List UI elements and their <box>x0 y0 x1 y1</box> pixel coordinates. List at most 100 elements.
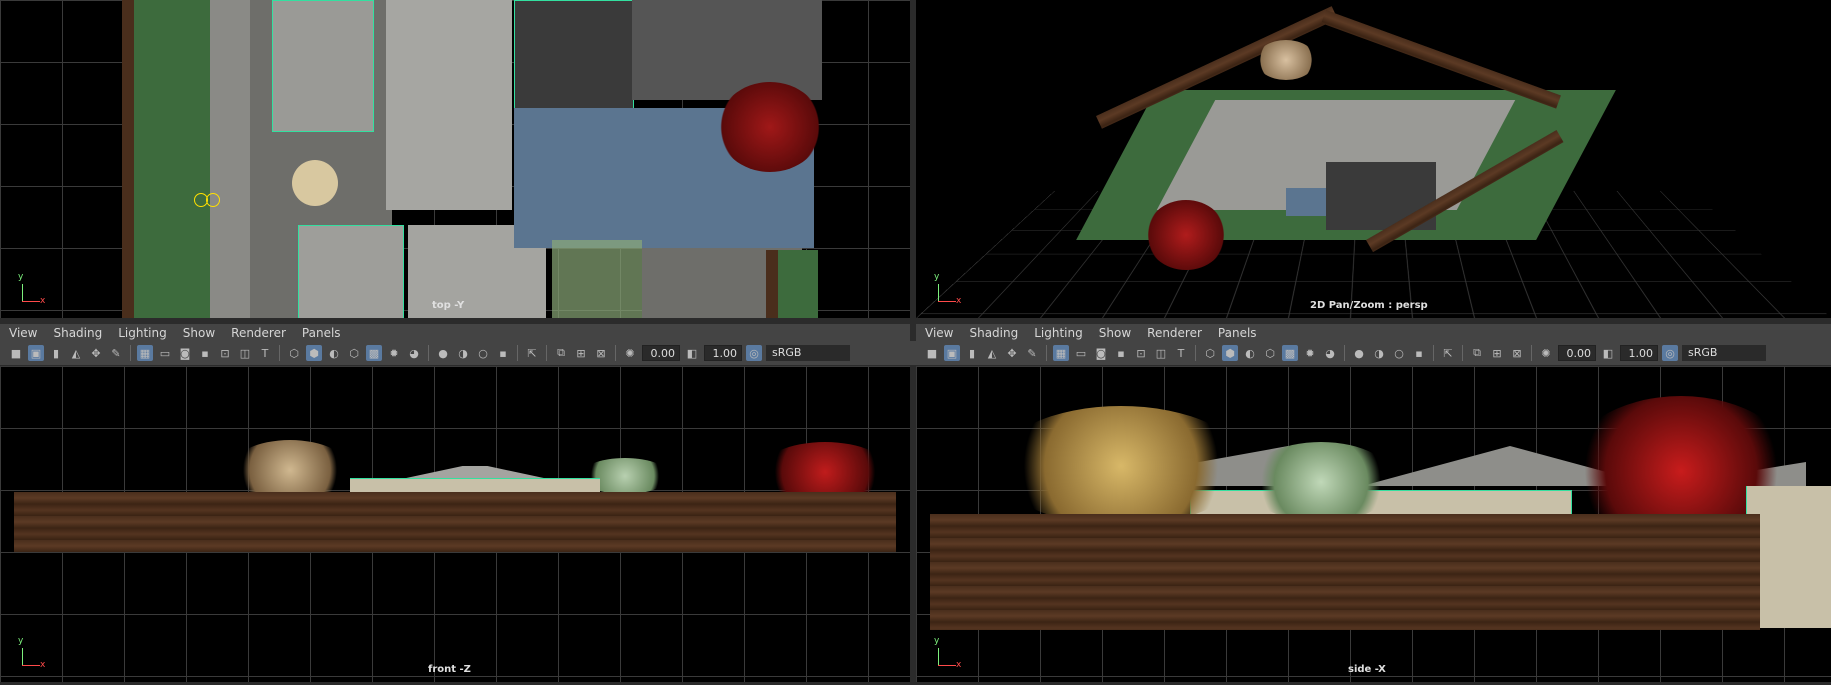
gamma-field[interactable]: 1.00 <box>704 345 742 361</box>
viewport-label-persp: 2D Pan/Zoom : persp <box>1310 300 1428 311</box>
viewport-label-side: side -X <box>1348 664 1386 675</box>
field-chart-icon[interactable]: ⊡ <box>1133 345 1149 361</box>
isolate-select-icon[interactable]: ⇱ <box>524 345 540 361</box>
scene-front <box>0 366 910 682</box>
grid-icon[interactable]: ▦ <box>137 345 153 361</box>
safe-action-icon[interactable]: ◫ <box>1153 345 1169 361</box>
panel-toolbar-left: ■ ▣ ▮ ◭ ✥ ✎ ▦ ▭ ◙ ▪ ⊡ ◫ T ⬡ ⬢ ◐ ⬡ ▩ ✹ ◕ … <box>0 341 916 365</box>
scene-side <box>916 366 1831 682</box>
shadows-icon[interactable]: ◕ <box>1322 345 1338 361</box>
color-management-icon[interactable]: ◎ <box>1662 345 1678 361</box>
xray-icon[interactable]: ⧉ <box>1469 345 1485 361</box>
menu-lighting[interactable]: Lighting <box>1034 326 1083 340</box>
exposure-icon: ✺ <box>622 345 638 361</box>
menu-renderer[interactable]: Renderer <box>1147 326 1202 340</box>
menu-shading[interactable]: Shading <box>53 326 102 340</box>
gate-mask-icon[interactable]: ▪ <box>197 345 213 361</box>
viewport-side[interactable]: side -X yx <box>916 366 1831 682</box>
menu-show[interactable]: Show <box>1099 326 1131 340</box>
camera-attributes-icon[interactable]: ▣ <box>944 345 960 361</box>
ambient-occlusion-icon[interactable]: ● <box>1351 345 1367 361</box>
image-plane-icon[interactable]: ◭ <box>984 345 1000 361</box>
bookmark-icon[interactable]: ▮ <box>48 345 64 361</box>
grease-pencil-icon[interactable]: ✎ <box>1024 345 1040 361</box>
xray-active-icon[interactable]: ⊠ <box>1509 345 1525 361</box>
xray-active-icon[interactable]: ⊠ <box>593 345 609 361</box>
camera-icon[interactable]: ■ <box>924 345 940 361</box>
xray-joints-icon[interactable]: ⊞ <box>1489 345 1505 361</box>
gamma-icon: ◧ <box>684 345 700 361</box>
motion-blur-icon[interactable]: ◑ <box>455 345 471 361</box>
exposure-icon: ✺ <box>1538 345 1554 361</box>
lights-icon[interactable]: ✹ <box>386 345 402 361</box>
gamma-field[interactable]: 1.00 <box>1620 345 1658 361</box>
anti-aliasing-icon[interactable]: ○ <box>1391 345 1407 361</box>
panel-toolbar-right: ■ ▣ ▮ ◭ ✥ ✎ ▦ ▭ ◙ ▪ ⊡ ◫ T ⬡ ⬢ ◐ ⬡ ▩ ✹ ◕ … <box>916 341 1831 365</box>
use-default-material-icon[interactable]: ◐ <box>1242 345 1258 361</box>
wireframe-on-shaded-icon[interactable]: ⬡ <box>346 345 362 361</box>
panel-menubar-right: View Shading Lighting Show Renderer Pane… <box>916 324 1831 342</box>
xray-joints-icon[interactable]: ⊞ <box>573 345 589 361</box>
menu-panels[interactable]: Panels <box>302 326 341 340</box>
camera-attributes-icon[interactable]: ▣ <box>28 345 44 361</box>
safe-title-icon[interactable]: T <box>1173 345 1189 361</box>
view-transform-select[interactable]: sRGB gamma <box>766 345 850 361</box>
menu-shading[interactable]: Shading <box>969 326 1018 340</box>
safe-action-icon[interactable]: ◫ <box>237 345 253 361</box>
gate-mask-icon[interactable]: ▪ <box>1113 345 1129 361</box>
lights-icon[interactable]: ✹ <box>1302 345 1318 361</box>
axis-indicator-top: yx <box>18 278 44 304</box>
resolution-gate-icon[interactable]: ◙ <box>177 345 193 361</box>
grid-icon[interactable]: ▦ <box>1053 345 1069 361</box>
viewport-persp[interactable]: 2D Pan/Zoom : persp yx <box>916 0 1831 318</box>
image-plane-icon[interactable]: ◭ <box>68 345 84 361</box>
gamma-icon: ◧ <box>1600 345 1616 361</box>
field-chart-icon[interactable]: ⊡ <box>217 345 233 361</box>
menu-view[interactable]: View <box>9 326 37 340</box>
camera-icon[interactable]: ■ <box>8 345 24 361</box>
use-default-material-icon[interactable]: ◐ <box>326 345 342 361</box>
viewport-front[interactable]: front -Z yx <box>0 366 910 682</box>
wireframe-on-shaded-icon[interactable]: ⬡ <box>1262 345 1278 361</box>
grease-pencil-icon[interactable]: ✎ <box>108 345 124 361</box>
textured-icon[interactable]: ▩ <box>1282 345 1298 361</box>
depth-of-field-icon[interactable]: ▪ <box>495 345 511 361</box>
isolate-select-icon[interactable]: ⇱ <box>1440 345 1456 361</box>
textured-icon[interactable]: ▩ <box>366 345 382 361</box>
axis-indicator-persp: yx <box>934 278 960 304</box>
depth-of-field-icon[interactable]: ▪ <box>1411 345 1427 361</box>
view-transform-select[interactable]: sRGB gamma <box>1682 345 1766 361</box>
menu-lighting[interactable]: Lighting <box>118 326 167 340</box>
smooth-shade-icon[interactable]: ⬢ <box>1222 345 1238 361</box>
menu-panels[interactable]: Panels <box>1218 326 1257 340</box>
menu-show[interactable]: Show <box>183 326 215 340</box>
bookmark-icon[interactable]: ▮ <box>964 345 980 361</box>
axis-indicator-side: yx <box>934 642 960 668</box>
menu-renderer[interactable]: Renderer <box>231 326 286 340</box>
viewport-label-front: front -Z <box>428 664 471 675</box>
viewport-label-top: top -Y <box>432 300 464 311</box>
scene-top <box>122 0 820 318</box>
wireframe-icon[interactable]: ⬡ <box>1202 345 1218 361</box>
menu-view[interactable]: View <box>925 326 953 340</box>
resolution-gate-icon[interactable]: ◙ <box>1093 345 1109 361</box>
viewport-top[interactable]: top -Y yx <box>0 0 910 318</box>
wireframe-icon[interactable]: ⬡ <box>286 345 302 361</box>
axis-indicator-front: yx <box>18 642 44 668</box>
film-gate-icon[interactable]: ▭ <box>1073 345 1089 361</box>
xray-icon[interactable]: ⧉ <box>553 345 569 361</box>
2d-pan-zoom-icon[interactable]: ✥ <box>88 345 104 361</box>
panel-menubar-left: View Shading Lighting Show Renderer Pane… <box>0 324 910 342</box>
shadows-icon[interactable]: ◕ <box>406 345 422 361</box>
2d-pan-zoom-icon[interactable]: ✥ <box>1004 345 1020 361</box>
scene-persp <box>1056 20 1616 310</box>
exposure-field[interactable]: 0.00 <box>1558 345 1596 361</box>
smooth-shade-icon[interactable]: ⬢ <box>306 345 322 361</box>
film-gate-icon[interactable]: ▭ <box>157 345 173 361</box>
color-management-icon[interactable]: ◎ <box>746 345 762 361</box>
safe-title-icon[interactable]: T <box>257 345 273 361</box>
ambient-occlusion-icon[interactable]: ● <box>435 345 451 361</box>
exposure-field[interactable]: 0.00 <box>642 345 680 361</box>
motion-blur-icon[interactable]: ◑ <box>1371 345 1387 361</box>
anti-aliasing-icon[interactable]: ○ <box>475 345 491 361</box>
